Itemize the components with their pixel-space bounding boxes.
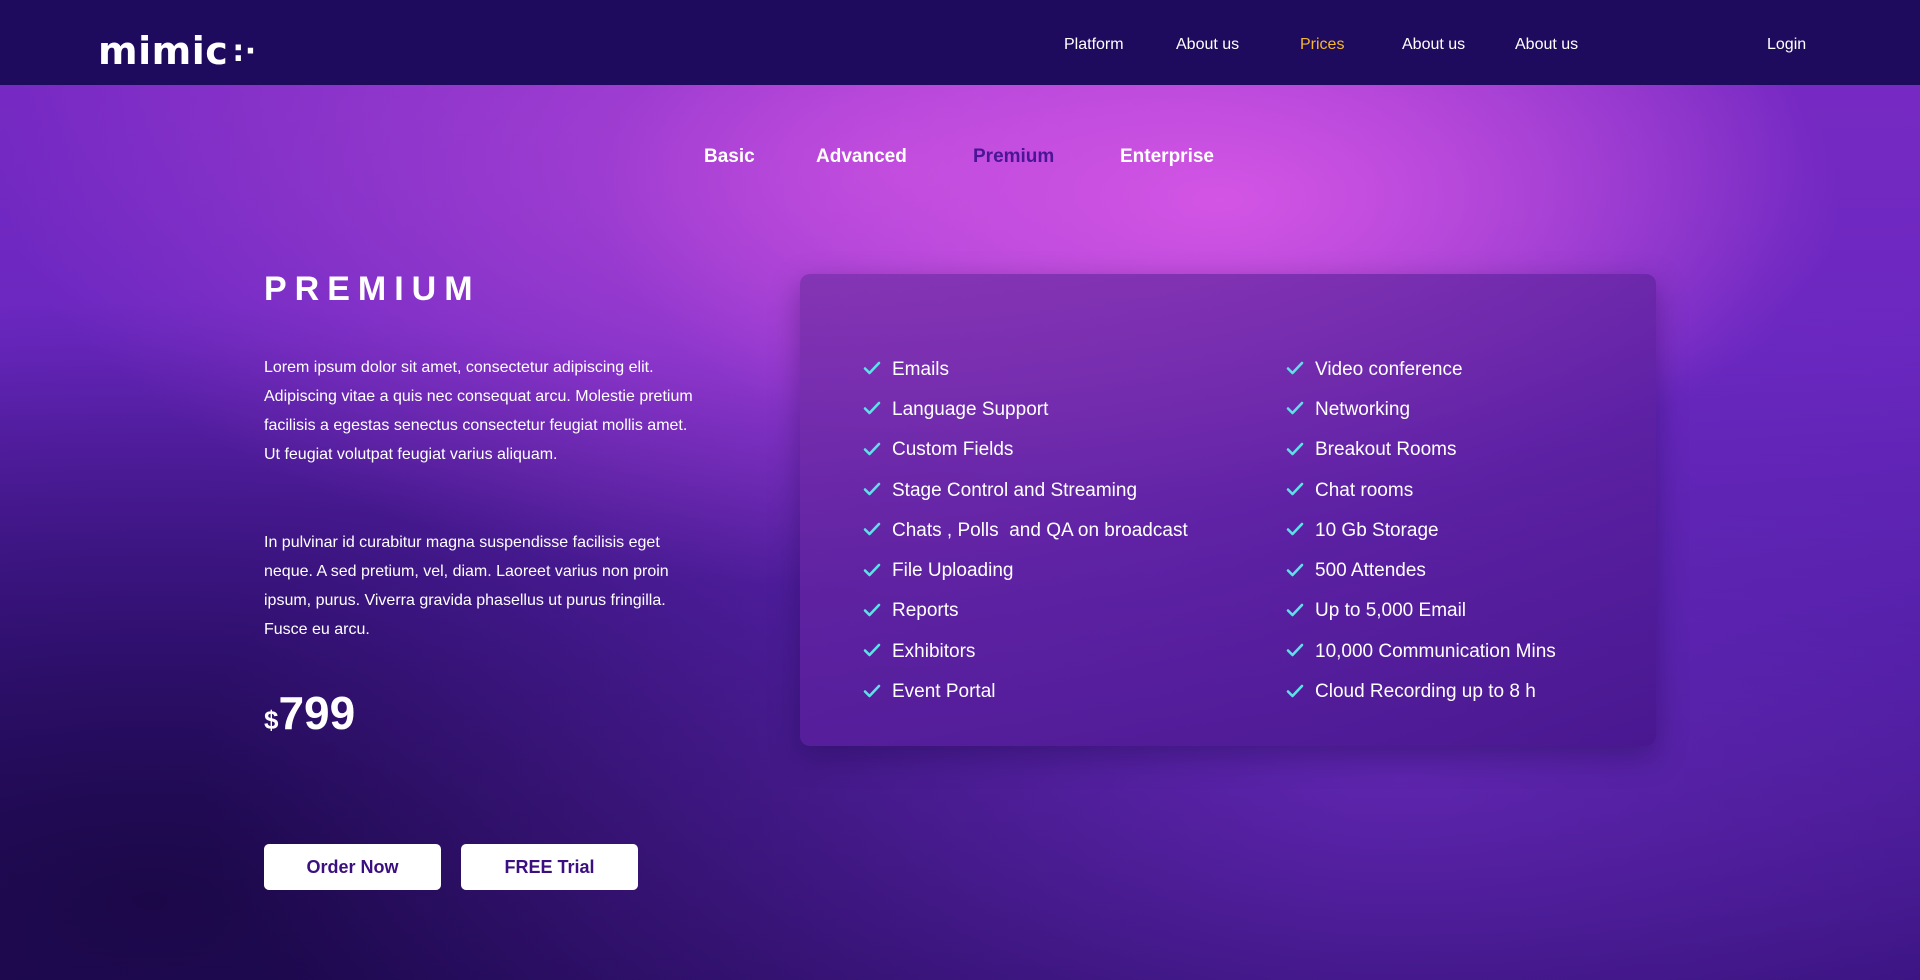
feature-item: Chats , Polls and QA on broadcast: [863, 510, 1188, 550]
feature-label: Video conference: [1315, 358, 1463, 380]
checkmark-icon: [1286, 402, 1304, 415]
checkmark-icon: [863, 603, 881, 617]
price-currency: $: [264, 705, 279, 735]
checkmark-icon: [1286, 684, 1304, 697]
nav-link-prices[interactable]: Prices: [1300, 36, 1344, 54]
feature-label: Language Support: [892, 398, 1049, 420]
feature-label: Up to 5,000 Email: [1315, 600, 1467, 622]
feature-label: 10 Gb Storage: [1315, 519, 1439, 541]
checkmark-icon: [1286, 603, 1304, 617]
feature-item: Cloud Recording up to 8 h: [1286, 671, 1556, 711]
login-link[interactable]: Login: [1767, 36, 1806, 54]
feature-item: Emails: [863, 349, 1188, 389]
tab-advanced[interactable]: Advanced: [816, 146, 907, 168]
nav-link-about-us-1[interactable]: About us: [1176, 36, 1239, 54]
plan-description-1: Lorem ipsum dolor sit amet, consectetur …: [264, 359, 693, 463]
feature-label: Cloud Recording up to 8 h: [1315, 681, 1536, 703]
logo-text: mimic: [98, 29, 229, 73]
plan-title: PREMIUM: [264, 270, 481, 308]
feature-label: Reports: [892, 600, 959, 622]
tab-basic[interactable]: Basic: [704, 146, 755, 168]
feature-item: Up to 5,000 Email: [1286, 591, 1556, 631]
tab-enterprise[interactable]: Enterprise: [1120, 146, 1214, 168]
checkmark-icon: [863, 563, 881, 576]
checkmark-icon: [863, 643, 881, 657]
plan-price: $799: [264, 690, 355, 736]
feature-item: Exhibitors: [863, 631, 1188, 671]
checkmark-icon: [1286, 361, 1304, 375]
checkmark-icon: [863, 361, 881, 375]
feature-item: 10,000 Communication Mins: [1286, 631, 1556, 671]
feature-item: Reports: [863, 591, 1188, 631]
features-card: Emails Language Support Custom Fields Stage…: [800, 274, 1656, 746]
feature-label: 10,000 Communication Mins: [1315, 640, 1556, 662]
feature-item: Custom Fields: [863, 430, 1188, 470]
checkmark-icon: [863, 684, 881, 697]
feature-item: Networking: [1286, 389, 1556, 429]
logo-mark: :·: [232, 34, 257, 69]
feature-item: Breakout Rooms: [1286, 430, 1556, 470]
free-trial-button[interactable]: FREE Trial: [461, 844, 638, 890]
checkmark-icon: [863, 482, 881, 496]
nav-link-platform[interactable]: Platform: [1064, 36, 1124, 54]
checkmark-icon: [863, 402, 881, 415]
feature-item: 500 Attendes: [1286, 550, 1556, 590]
nav-link-about-us-3[interactable]: About us: [1515, 36, 1578, 54]
feature-label: Stage Control and Streaming: [892, 479, 1138, 501]
feature-label: File Uploading: [892, 560, 1014, 582]
feature-item: Chat rooms: [1286, 470, 1556, 510]
feature-label: Custom Fields: [892, 439, 1014, 461]
feature-label: Event Portal: [892, 681, 996, 703]
checkmark-icon: [863, 523, 881, 536]
checkmark-icon: [1286, 643, 1304, 657]
checkmark-icon: [1286, 523, 1304, 536]
feature-label: 500 Attendes: [1315, 560, 1426, 582]
features-list-right: Video conference Networking Breakout Rooms…: [1286, 349, 1556, 712]
brand-logo[interactable]: mimic:·: [98, 32, 257, 70]
checkmark-icon: [863, 442, 881, 456]
feature-item: Stage Control and Streaming: [863, 470, 1188, 510]
feature-label: Networking: [1315, 398, 1411, 420]
feature-item: Video conference: [1286, 349, 1556, 389]
plan-description-2: In pulvinar id curabitur magna suspendis…: [264, 534, 669, 638]
feature-item: File Uploading: [863, 550, 1188, 590]
feature-label: Chat rooms: [1315, 479, 1414, 501]
order-now-button[interactable]: Order Now: [264, 844, 441, 890]
feature-item: 10 Gb Storage: [1286, 510, 1556, 550]
tab-premium[interactable]: Premium: [973, 146, 1054, 168]
checkmark-icon: [1286, 563, 1304, 576]
features-list-left: Emails Language Support Custom Fields Stage…: [863, 349, 1188, 712]
price-amount: 799: [278, 687, 356, 739]
checkmark-icon: [1286, 482, 1304, 496]
feature-label: Exhibitors: [892, 640, 976, 662]
top-navbar: mimic:· Platform About us Prices About u…: [0, 0, 1920, 85]
feature-label: Breakout Rooms: [1315, 439, 1457, 461]
feature-item: Language Support: [863, 389, 1188, 429]
feature-label: Emails: [892, 358, 950, 380]
nav-link-about-us-2[interactable]: About us: [1402, 36, 1465, 54]
feature-label: Chats , Polls and QA on broadcast: [892, 519, 1188, 541]
checkmark-icon: [1286, 442, 1304, 456]
feature-item: Event Portal: [863, 671, 1188, 711]
